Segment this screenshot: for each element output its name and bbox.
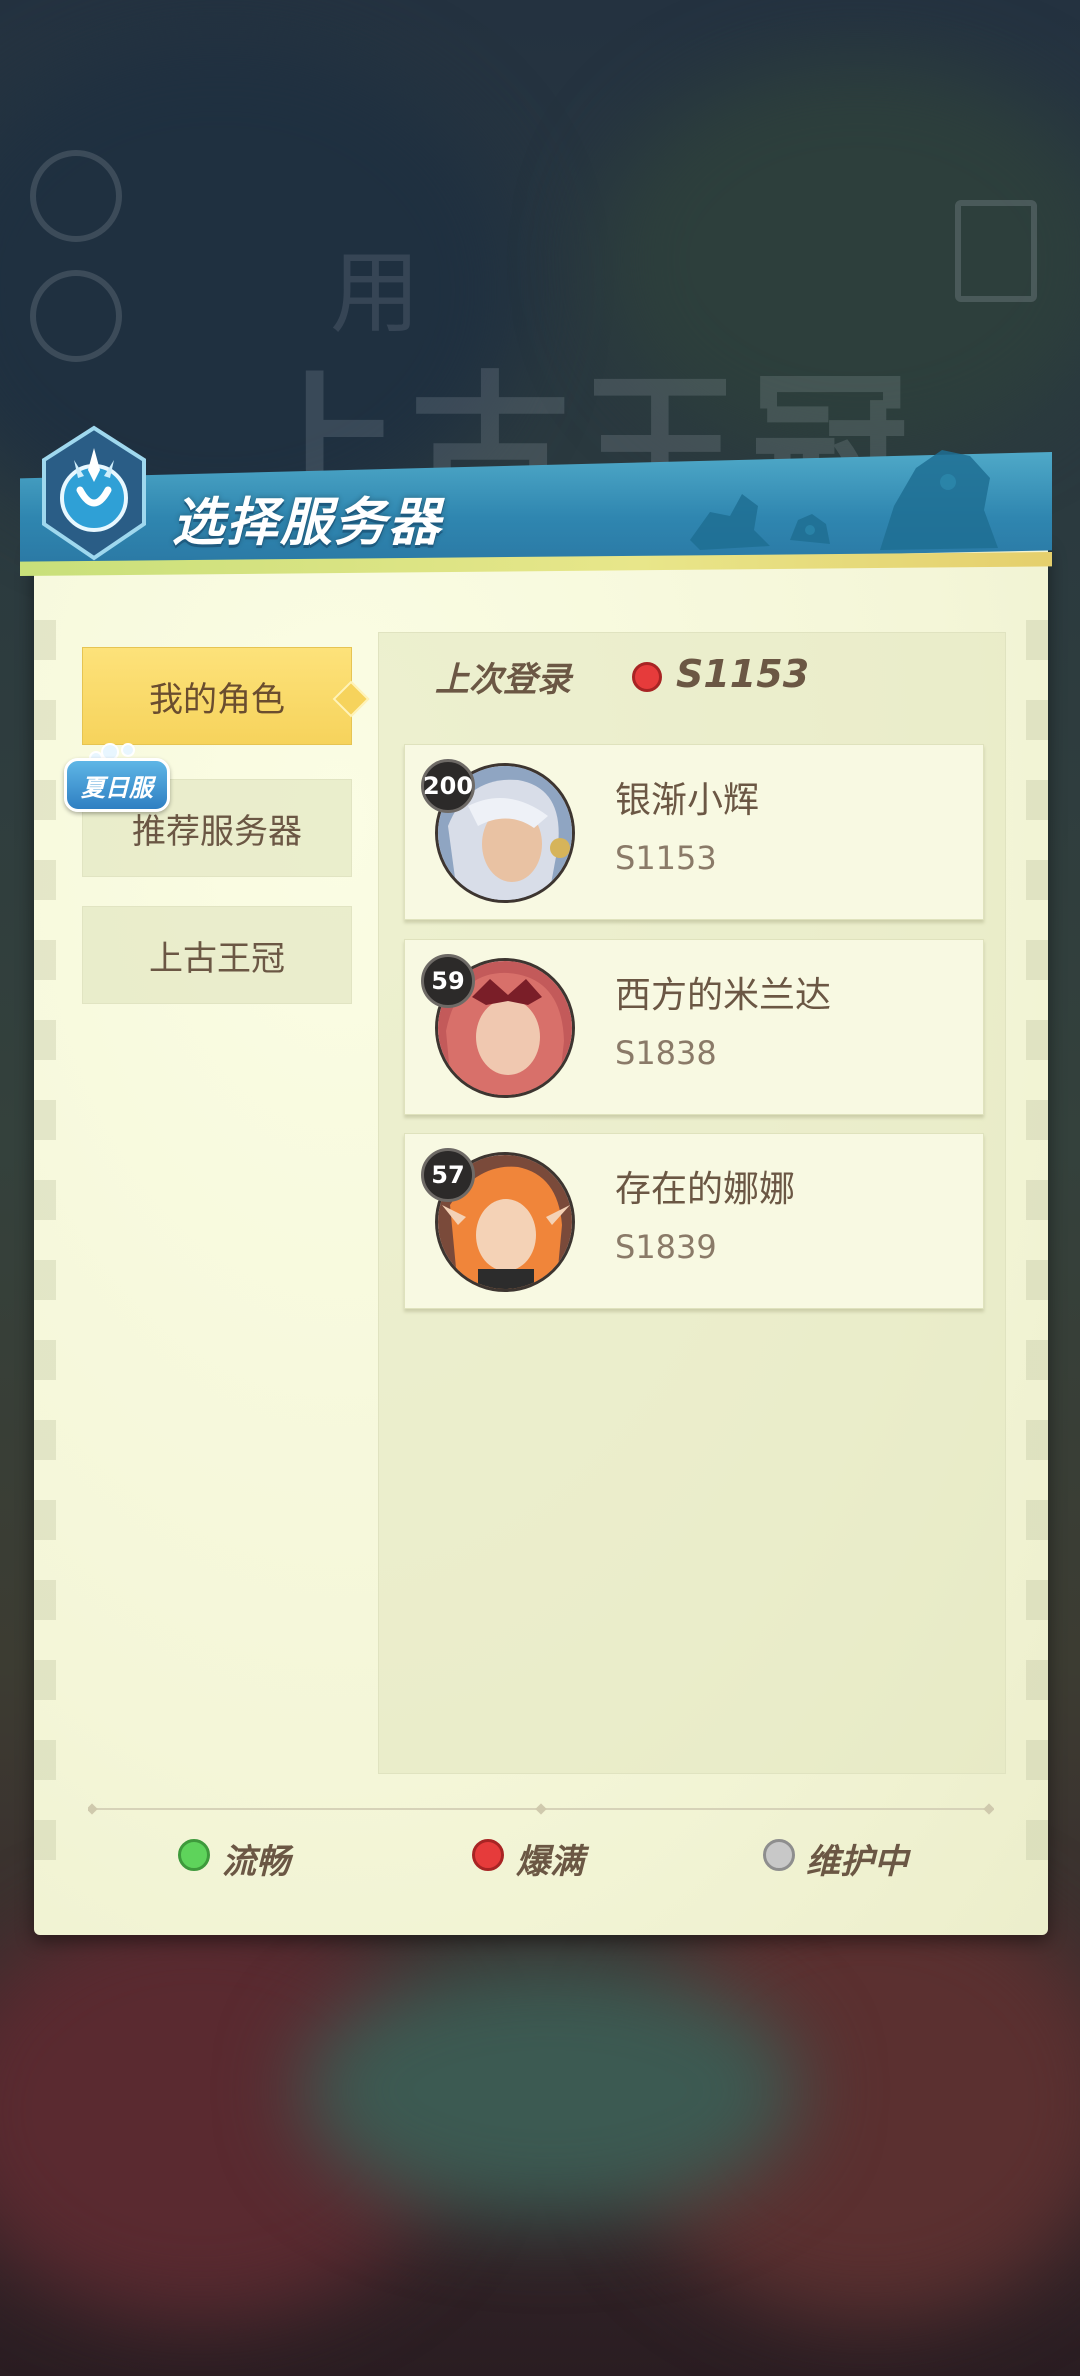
status-maintenance-icon (763, 1839, 795, 1871)
last-login-status-icon (632, 662, 662, 692)
legend-label-maintenance: 维护中 (806, 1842, 908, 1882)
status-full-icon (472, 1839, 504, 1871)
character-card[interactable]: 57 存在的娜娜 S1839 (404, 1133, 984, 1309)
last-login-server[interactable]: S1153 (676, 652, 809, 696)
character-name: 西方的米兰达 (615, 975, 832, 1016)
character-silhouettes-decoration (680, 420, 1040, 570)
tab-ancient-crown[interactable]: 上古王冠 (82, 906, 352, 1004)
panel-edge-decoration (34, 620, 56, 1880)
level-badge: 57 (421, 1148, 475, 1202)
tab-label: 上古王冠 (149, 938, 285, 979)
tab-my-characters[interactable]: 我的角色 (82, 647, 352, 745)
level-badge: 200 (421, 759, 475, 813)
last-login-label: 上次登录 (435, 660, 571, 700)
panel-edge-decoration (1026, 620, 1048, 1880)
summer-server-badge: 夏日服 (64, 758, 170, 812)
page-title: 选择服务器 (172, 493, 443, 553)
crest-icon (30, 420, 158, 570)
level-badge: 59 (421, 954, 475, 1008)
character-name: 银渐小辉 (615, 780, 760, 821)
footer-divider (88, 1803, 994, 1815)
legend-label-full: 爆满 (516, 1842, 584, 1882)
character-server: S1153 (615, 839, 717, 877)
character-name: 存在的娜娜 (615, 1169, 796, 1210)
character-card[interactable]: 59 西方的米兰达 S1838 (404, 939, 984, 1115)
character-server: S1838 (615, 1034, 717, 1072)
status-smooth-icon (178, 1839, 210, 1871)
character-server: S1839 (615, 1228, 717, 1266)
legend-label-smooth: 流畅 (222, 1842, 290, 1882)
tab-label: 我的角色 (149, 679, 285, 720)
character-card[interactable]: 200 银渐小辉 S1153 (404, 744, 984, 920)
